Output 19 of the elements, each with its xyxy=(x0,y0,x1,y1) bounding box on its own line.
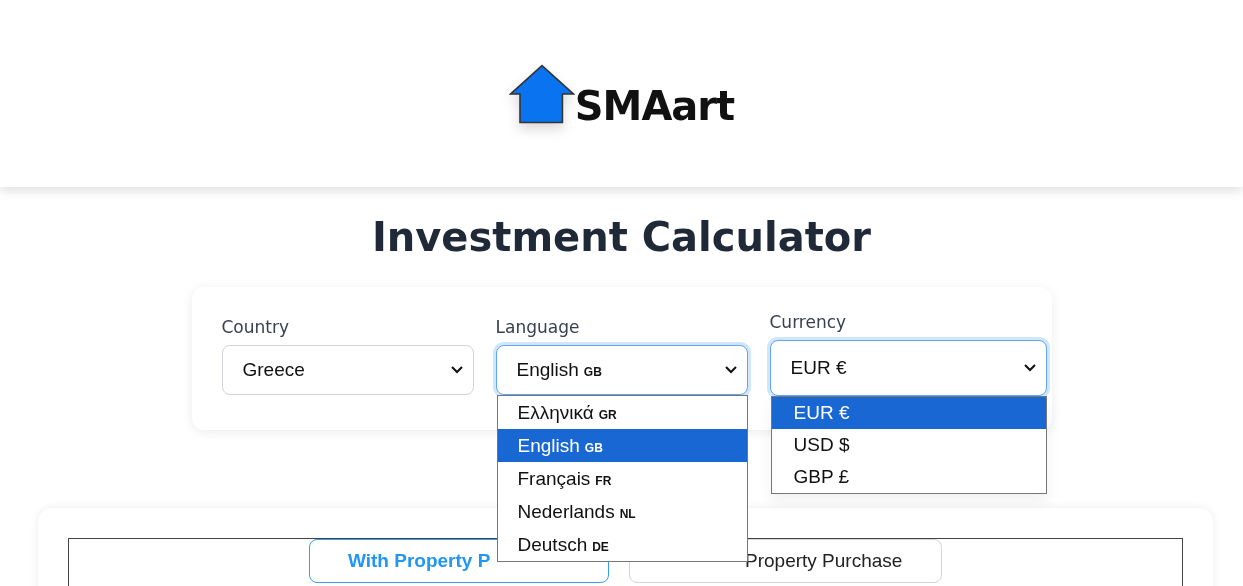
select-field[interactable]: English GB xyxy=(495,345,748,395)
page-title: Investment Calculator xyxy=(370,213,873,262)
dropdown-option[interactable]: English GB xyxy=(497,429,747,462)
select-field[interactable]: EUR € xyxy=(769,340,1047,396)
chevron-icon xyxy=(1023,364,1036,372)
house-icon xyxy=(508,63,575,124)
chevron-icon xyxy=(450,366,463,374)
dropdown-option[interactable]: Ελληνικά GR xyxy=(497,396,747,429)
select-field[interactable]: Greece xyxy=(221,345,474,395)
field-label: Language xyxy=(495,317,581,337)
logo-text: SMAart xyxy=(574,85,735,126)
chevron-icon xyxy=(724,366,737,374)
field-label: Country xyxy=(221,317,291,337)
dropdown-option[interactable]: EUR € xyxy=(771,397,1046,429)
dropdown-option[interactable]: Français FR xyxy=(497,462,747,495)
dropdown-option[interactable]: USD $ xyxy=(771,429,1046,461)
dropdown-option[interactable]: Nederlands NL xyxy=(497,495,747,528)
field-label: Currency xyxy=(769,312,848,332)
dropdown-option[interactable]: GBP £ xyxy=(771,461,1046,493)
